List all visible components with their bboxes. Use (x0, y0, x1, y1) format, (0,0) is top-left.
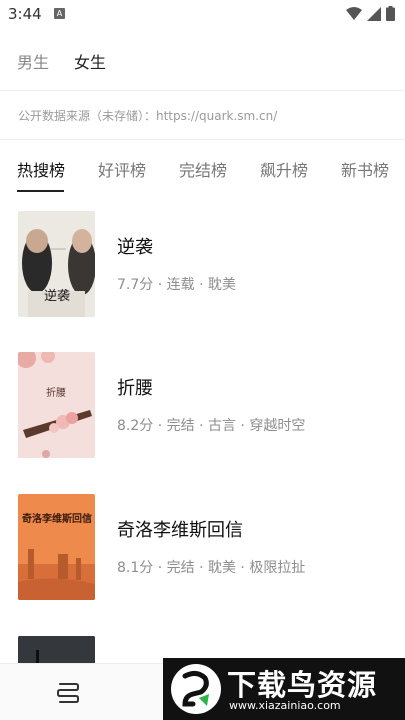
book-cover[interactable]: 逆袭 (18, 211, 95, 317)
tab-hot-search[interactable]: 热搜榜 (17, 157, 65, 181)
book-title[interactable]: 逆袭 (117, 233, 153, 259)
library-icon[interactable] (56, 682, 80, 704)
data-source-note: 公开数据来源（未存储）：https://quark.sm.cn/ (18, 109, 278, 123)
book-meta: 8.1分 · 完结 · 耽美 · 极限拉扯 (117, 560, 306, 576)
active-tab-indicator (17, 190, 64, 192)
book-item[interactable]: 折腰 折腰 8.2分 · 完结 · 古言 · 穿越时空 (0, 352, 405, 462)
source-divider (0, 139, 405, 140)
book-item[interactable]: 逆袭 逆袭 7.7分 · 连载 · 耽美 (0, 211, 405, 321)
battery-icon (386, 6, 395, 21)
tab-top-rated[interactable]: 好评榜 (98, 157, 146, 181)
book-meta: 8.2分 · 完结 · 古言 · 穿越时空 (117, 418, 306, 434)
bird-icon (182, 670, 209, 707)
cover-title: 逆袭 (44, 289, 71, 304)
status-time: 3:44 (8, 5, 42, 23)
signal-icon (367, 6, 381, 21)
notification-icon: A (54, 8, 65, 19)
cover-title: 奇洛李维斯回信 (22, 514, 92, 525)
tab-new-books[interactable]: 新书榜 (341, 157, 389, 181)
tab-completed[interactable]: 完结榜 (179, 157, 227, 181)
status-icons (346, 6, 395, 21)
tab-male[interactable]: 男生 (17, 49, 49, 73)
tab-rising[interactable]: 飙升榜 (260, 157, 308, 181)
watermark-text: 下载鸟资源 (227, 668, 378, 702)
status-bar: 3:44 A (0, 0, 405, 28)
book-meta: 7.7分 · 连载 · 耽美 (117, 277, 236, 293)
watermark-url: www.xiazainiao.com (229, 699, 341, 712)
book-cover[interactable]: 奇洛李维斯回信 (18, 494, 95, 600)
cover-title: 折腰 (46, 388, 66, 399)
book-cover[interactable]: 折腰 (18, 352, 95, 458)
cover-image (18, 636, 95, 666)
header-divider (0, 90, 405, 91)
book-title[interactable]: 折腰 (117, 374, 153, 400)
cover-image (18, 352, 95, 458)
tab-female[interactable]: 女生 (74, 49, 106, 73)
book-title[interactable]: 奇洛李维斯回信 (117, 516, 243, 542)
wifi-icon (346, 6, 362, 20)
book-item[interactable]: 奇洛李维斯回信 奇洛李维斯回信 8.1分 · 完结 · 耽美 · 极限拉扯 (0, 494, 405, 604)
watermark: 下载鸟资源 www.xiazainiao.com (163, 658, 405, 720)
watermark-logo-icon (171, 664, 221, 714)
